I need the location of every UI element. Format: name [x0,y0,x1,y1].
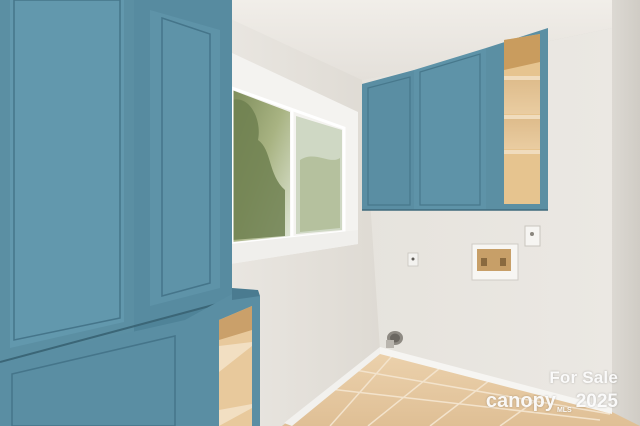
power-outlet [524,225,541,247]
watermark-mls: MLS [556,407,572,414]
watermark: For Sale canopyMLS 2025 [468,368,618,414]
right-wall [612,0,640,426]
laundry-room-photo: For Sale canopyMLS 2025 [0,0,640,426]
watermark-brand-line: canopyMLS 2025 [468,390,618,414]
room-illustration [0,0,640,426]
watermark-brand: canopy [485,390,556,413]
watermark-for-sale: For Sale [549,368,618,388]
watermark-year: 2025 [575,391,618,413]
washer-box [471,243,519,281]
